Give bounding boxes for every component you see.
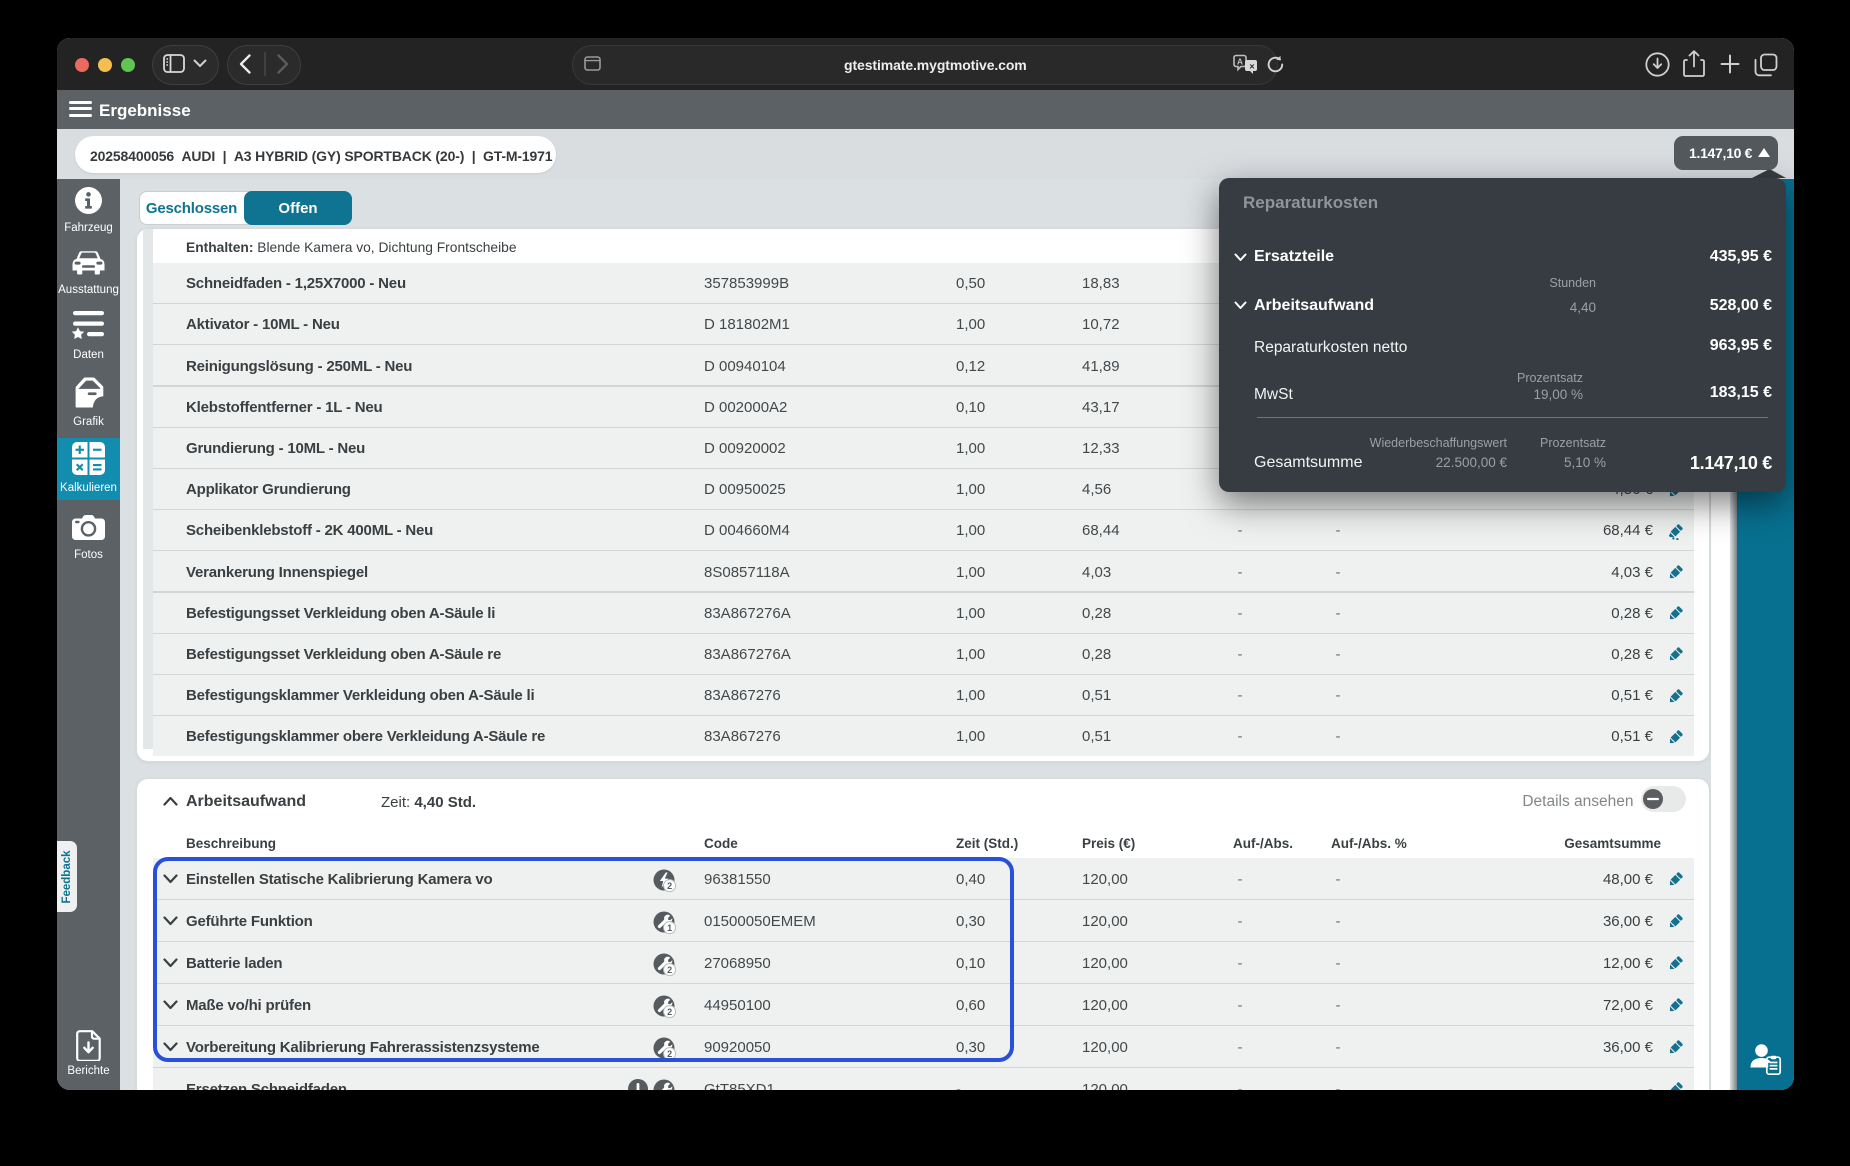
svg-text:×: ×: [1249, 61, 1254, 71]
svg-text:A: A: [1237, 57, 1243, 67]
